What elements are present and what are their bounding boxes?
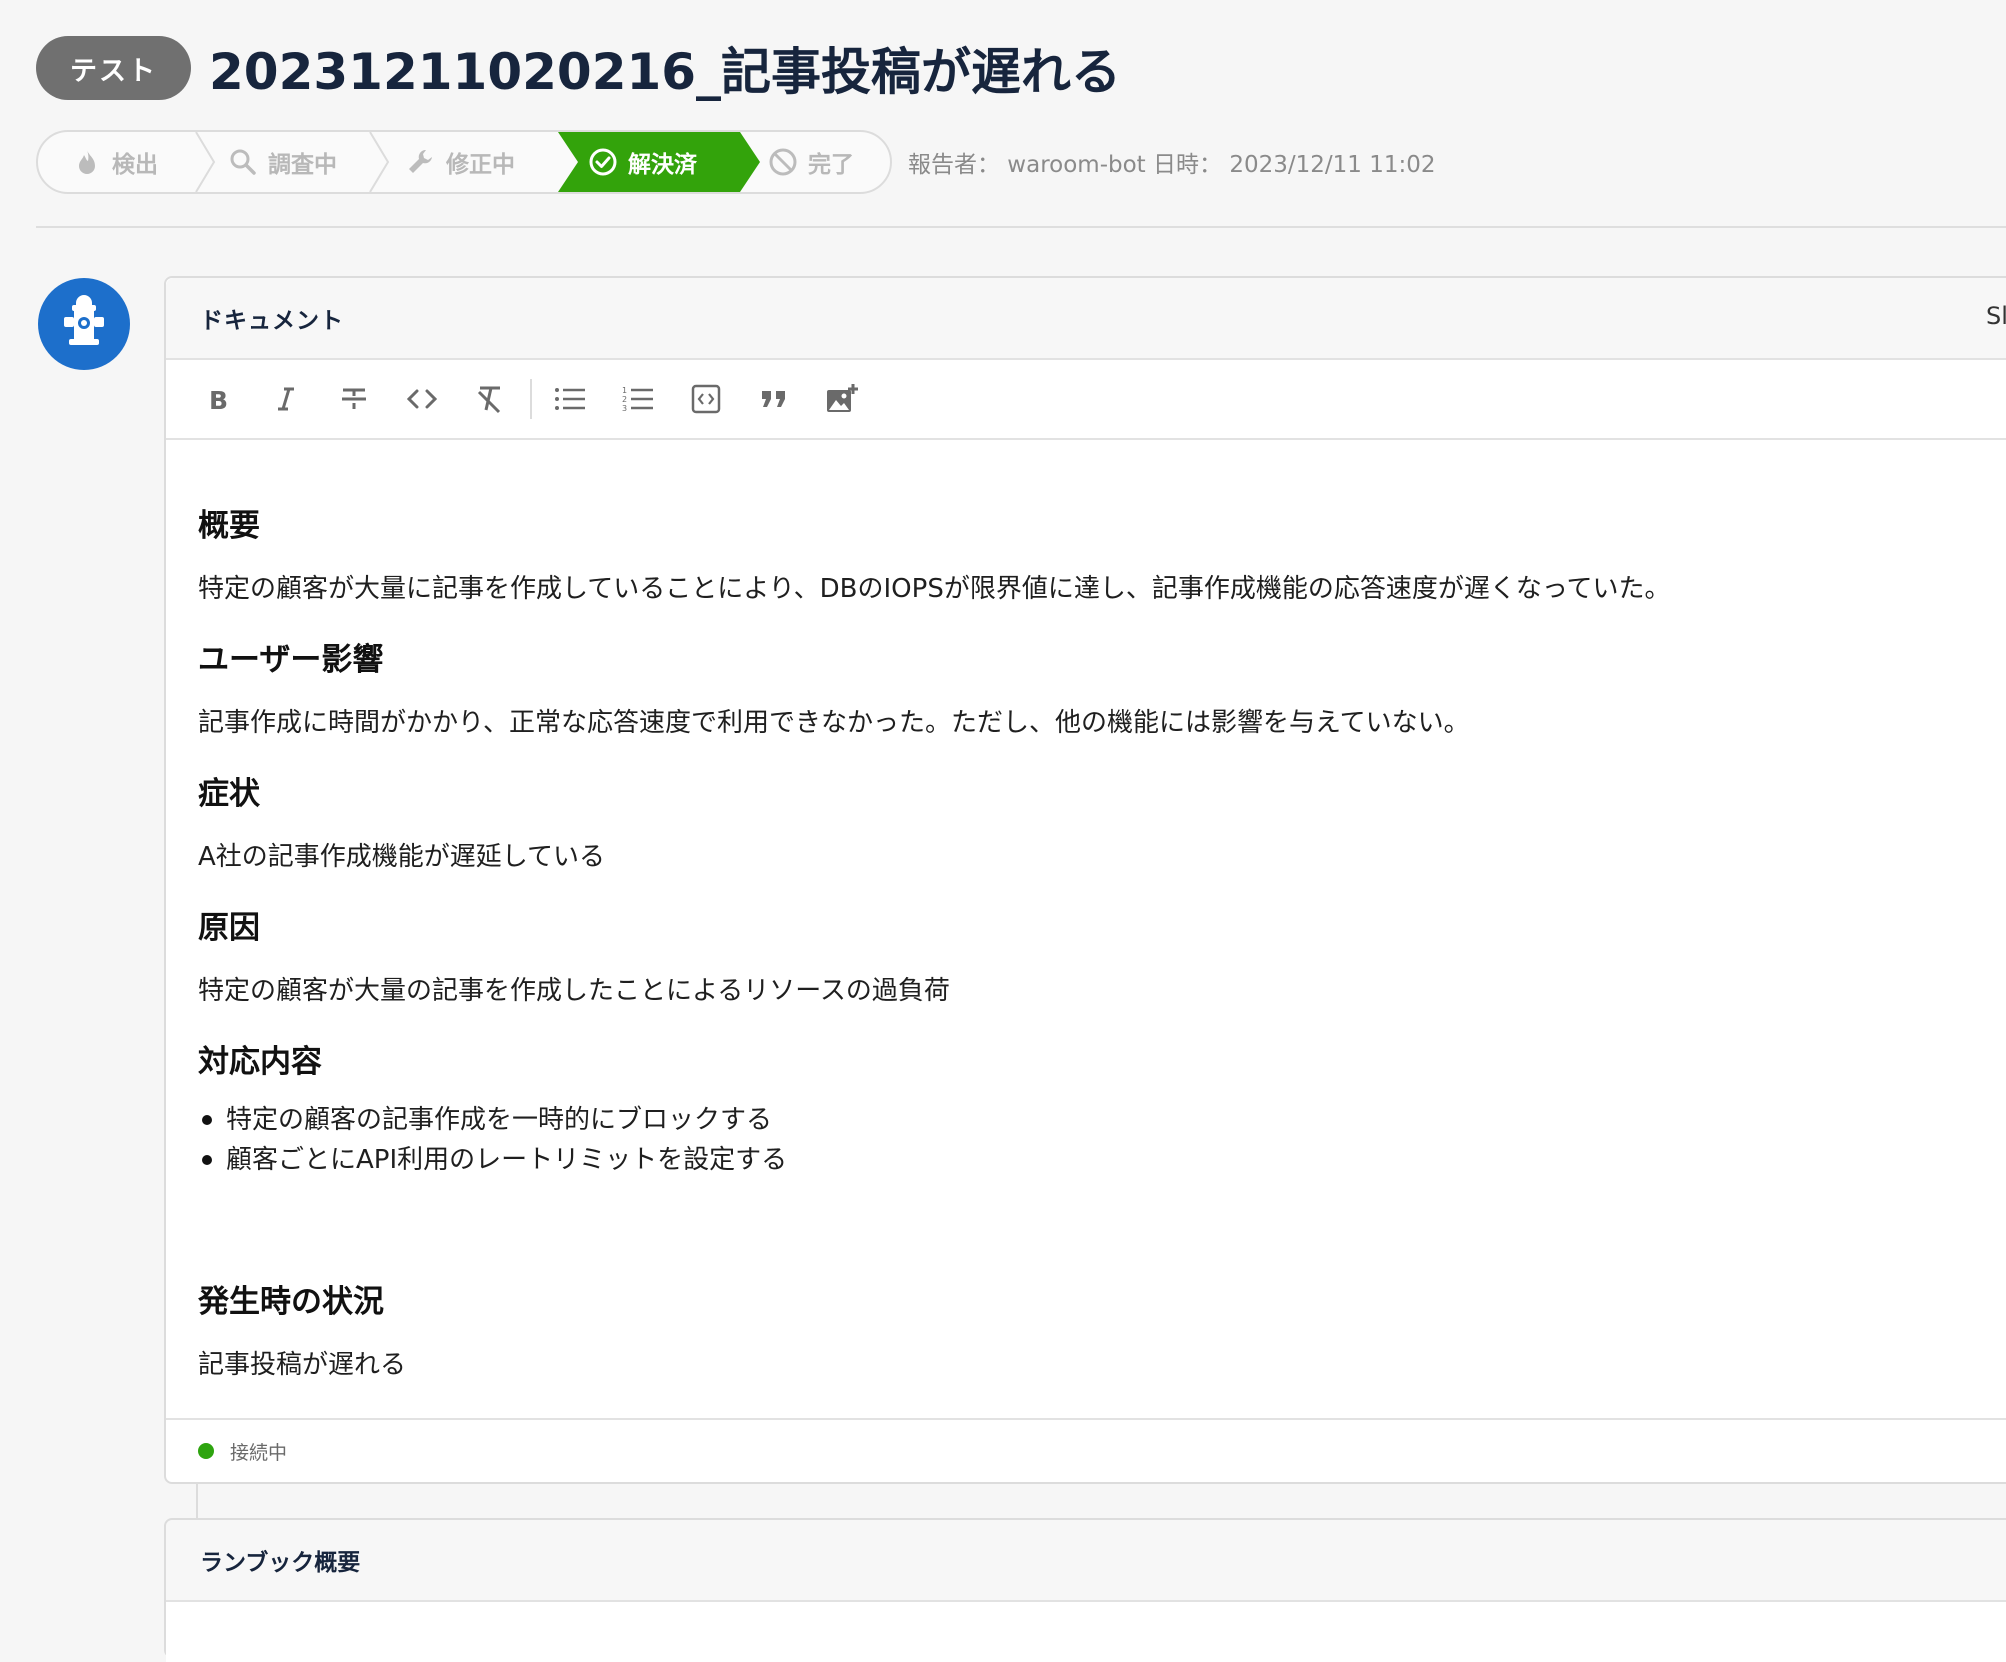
step-resolved[interactable]: 解決済 — [588, 132, 697, 192]
step-label: 修正中 — [446, 152, 515, 178]
list-item: 特定の顧客の記事作成を一時的にブロックする — [198, 1100, 787, 1140]
avatar — [38, 278, 130, 370]
svg-text:2: 2 — [622, 395, 627, 404]
step-label: 完了 — [808, 152, 854, 178]
title-row: テスト 20231211020216_記事投稿が遅れる — [36, 32, 1121, 104]
connection-status-dot — [198, 1443, 214, 1459]
section-text-situation: 記事投稿が遅れる — [198, 1350, 407, 1380]
step-label: 解決済 — [628, 152, 697, 178]
editor-toolbar: B 123 — [166, 360, 2006, 440]
status-stepper: 検出 調査中 修正中 解決済 完了 — [36, 130, 892, 194]
section-heading-situation: 発生時の状況 — [198, 1284, 384, 1320]
quote-icon[interactable] — [748, 373, 800, 425]
status-row: 検出 調査中 修正中 解決済 完了 報告者： waroom-bot 日時： 20… — [36, 130, 1435, 194]
page-title: 20231211020216_記事投稿が遅れる — [209, 43, 1122, 101]
step-fixing[interactable]: 修正中 — [406, 132, 515, 192]
italic-icon[interactable] — [260, 373, 312, 425]
check-circle-icon — [588, 147, 618, 177]
reporter-meta: 報告者： waroom-bot 日時： 2023/12/11 11:02 — [908, 152, 1436, 178]
runbook-header: ランブック概要 — [166, 1520, 2006, 1602]
bullet-dot — [202, 1115, 212, 1125]
code-block-icon[interactable] — [680, 373, 732, 425]
numbered-list-icon[interactable]: 123 — [612, 373, 664, 425]
step-investigating[interactable]: 調査中 — [228, 132, 337, 192]
response-list: 特定の顧客の記事作成を一時的にブロックする 顧客ごとにAPI利用のレートリミット… — [198, 1100, 787, 1180]
fire-icon — [72, 147, 102, 177]
bold-icon[interactable]: B — [192, 373, 244, 425]
runbook-title: ランブック概要 — [200, 1550, 361, 1576]
section-text-impact: 記事作成に時間がかかり、正常な応答速度で利用できなかった。ただし、他の機能には影… — [198, 708, 1470, 738]
document-footer: 接続中 — [166, 1418, 2006, 1482]
search-icon — [228, 147, 258, 177]
list-item-text: 特定の顧客の記事作成を一時的にブロックする — [226, 1105, 773, 1135]
document-header: ドキュメント Sl — [166, 278, 2006, 360]
section-text-symptom: A社の記事作成機能が遅延している — [198, 842, 606, 872]
section-heading-cause: 原因 — [198, 910, 260, 946]
svg-text:B: B — [209, 386, 228, 412]
list-item-text: 顧客ごとにAPI利用のレートリミットを設定する — [226, 1145, 788, 1175]
connection-status: 接続中 — [230, 1441, 288, 1464]
section-heading-impact: ユーザー影響 — [198, 642, 384, 678]
step-label: 検出 — [112, 152, 158, 178]
image-add-icon[interactable] — [816, 373, 868, 425]
bullet-list-icon[interactable] — [544, 373, 596, 425]
list-item: 顧客ごとにAPI利用のレートリミットを設定する — [198, 1140, 787, 1180]
step-label: 調査中 — [268, 152, 337, 178]
tag-badge[interactable]: テスト — [36, 36, 191, 100]
toolbar-separator — [530, 379, 532, 419]
strikethrough-icon[interactable] — [328, 373, 380, 425]
prohibited-icon — [768, 147, 798, 177]
wrench-icon — [406, 147, 436, 177]
section-heading-symptom: 症状 — [198, 776, 260, 812]
svg-text:3: 3 — [622, 404, 627, 413]
document-title: ドキュメント — [200, 308, 344, 334]
clear-format-icon[interactable] — [464, 373, 516, 425]
step-detected[interactable]: 検出 — [72, 132, 158, 192]
panel-connector — [196, 1484, 198, 1520]
runbook-panel: ランブック概要 — [164, 1518, 2006, 1662]
bullet-dot — [202, 1155, 212, 1165]
document-header-action[interactable]: Sl — [1986, 302, 2006, 330]
section-text-cause: 特定の顧客が大量の記事を作成したことによるリソースの過負荷 — [198, 976, 950, 1006]
section-heading-summary: 概要 — [198, 508, 260, 544]
section-text-summary: 特定の顧客が大量に記事を作成していることにより、DBのIOPSが限界値に達し、記… — [198, 574, 1671, 604]
runbook-body — [166, 1602, 2006, 1662]
step-completed[interactable]: 完了 — [768, 132, 854, 192]
header-divider — [36, 226, 2006, 228]
fire-hydrant-icon — [64, 295, 104, 345]
document-panel: ドキュメント Sl B 123 概要 特定の顧客が大量に記事を作成していることに… — [164, 276, 2006, 1484]
code-icon[interactable] — [396, 373, 448, 425]
svg-text:1: 1 — [622, 386, 627, 395]
section-heading-response: 対応内容 — [198, 1044, 322, 1080]
